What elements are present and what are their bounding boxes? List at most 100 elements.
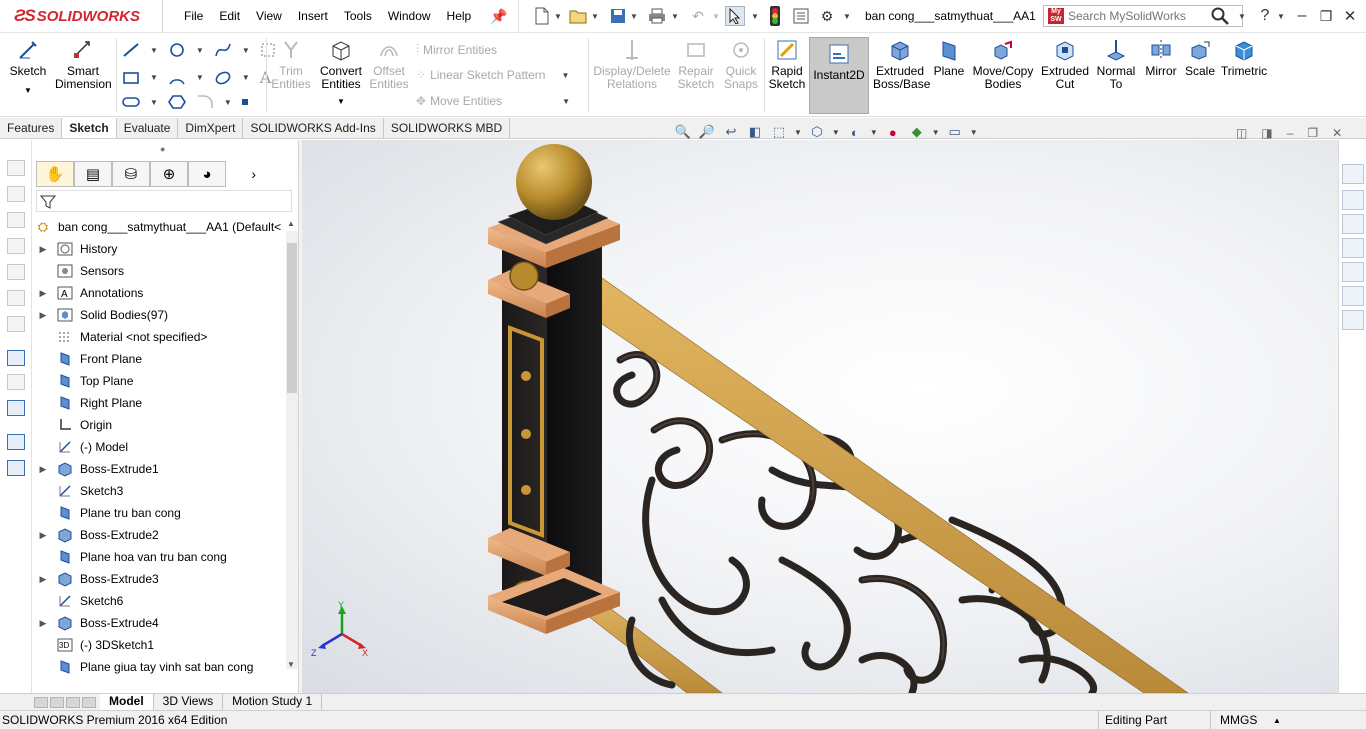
tab-motion-study[interactable]: Motion Study 1 — [223, 694, 323, 710]
tab-mbd[interactable]: SOLIDWORKS MBD — [384, 118, 511, 138]
chevron-down-icon[interactable]: ▼ — [1271, 6, 1291, 26]
chevron-down-icon[interactable]: ▼ — [561, 71, 569, 80]
chevron-down-icon[interactable]: ▼ — [548, 6, 568, 26]
print-icon[interactable] — [647, 6, 667, 26]
tree-item[interactable]: Sketch3 — [32, 480, 123, 502]
trim-entities-button[interactable]: Trim Entities — [270, 38, 312, 91]
rapid-sketch-button[interactable]: Rapid Sketch — [766, 38, 808, 91]
restore-icon[interactable]: ❐ — [1307, 126, 1318, 140]
chevron-down-icon[interactable]: ▼ — [242, 46, 250, 55]
scene-icon[interactable]: ◆ — [908, 123, 926, 141]
menu-window[interactable]: Window — [380, 8, 439, 24]
dynamic-annotation-icon[interactable]: ⬚ — [770, 123, 788, 141]
file-explorer-icon[interactable] — [1342, 214, 1364, 234]
next-tab-icon[interactable] — [66, 696, 80, 708]
tree-item[interactable]: ▶ History — [32, 238, 118, 260]
circle-icon[interactable] — [168, 42, 186, 58]
tree-item[interactable]: ▶ Boss-Extrude4 — [32, 612, 159, 634]
feature-tree-tab-icon[interactable]: ✋ — [36, 161, 74, 187]
extruded-boss-button[interactable]: Extruded Boss/Base — [872, 38, 930, 91]
tree-item[interactable]: Plane tru ban cong — [32, 502, 181, 524]
chevron-right-icon[interactable]: › — [226, 161, 256, 187]
first-tab-icon[interactable] — [34, 696, 48, 708]
chevron-down-icon[interactable]: ▼ — [832, 128, 840, 137]
tree-item[interactable]: Plane giua tay vinh sat ban cong — [32, 656, 253, 678]
toolbar-icon[interactable] — [7, 186, 25, 202]
chevron-down-icon[interactable]: ▼ — [337, 95, 345, 108]
rectangle-icon[interactable] — [122, 70, 140, 86]
tree-item[interactable]: ▶ A Annotations — [32, 282, 144, 304]
tab-sketch[interactable]: Sketch — [62, 118, 117, 138]
tile-left-icon[interactable]: ◫ — [1236, 126, 1247, 140]
move-copy-bodies-button[interactable]: Move/Copy Bodies — [970, 38, 1036, 91]
scroll-down-icon[interactable]: ▼ — [287, 660, 295, 669]
tile-right-icon[interactable]: ◨ — [1261, 126, 1272, 140]
chevron-up-icon[interactable]: ▲ — [1273, 716, 1281, 725]
trimetric-button[interactable]: Trimetric — [1220, 38, 1268, 78]
scale-button[interactable]: Scale — [1184, 38, 1216, 78]
chevron-down-icon[interactable]: ▼ — [837, 6, 857, 26]
minimize-icon[interactable]: – — [1292, 6, 1312, 26]
prev-tab-icon[interactable] — [50, 696, 64, 708]
pin-icon[interactable]: 📌 — [489, 6, 509, 26]
tree-item[interactable]: Front Plane — [32, 348, 142, 370]
toolbar-icon[interactable] — [7, 350, 25, 366]
last-tab-icon[interactable] — [82, 696, 96, 708]
view-settings-icon[interactable]: ▭ — [946, 123, 964, 141]
smart-dimension-button[interactable]: Smart Dimension — [54, 38, 112, 91]
tree-item[interactable]: ▶ Boss-Extrude3 — [32, 568, 159, 590]
tree-filter[interactable] — [36, 190, 292, 212]
design-library-icon[interactable] — [1342, 190, 1364, 210]
tab-model[interactable]: Model — [100, 694, 154, 710]
display-manager-tab-icon[interactable]: ◕ — [188, 161, 226, 187]
chevron-down-icon[interactable]: ▼ — [150, 46, 158, 55]
select-cursor-icon[interactable] — [725, 6, 745, 26]
chevron-down-icon[interactable]: ▼ — [24, 84, 32, 97]
home-icon[interactable] — [1342, 164, 1364, 184]
toolbar-icon[interactable] — [7, 264, 25, 280]
chevron-down-icon[interactable]: ▼ — [150, 98, 158, 107]
property-manager-tab-icon[interactable]: ▤ — [74, 161, 112, 187]
chevron-down-icon[interactable]: ▼ — [224, 98, 232, 107]
quick-snaps-button[interactable]: Quick Snaps — [720, 38, 762, 91]
tree-item[interactable]: (-) Model — [32, 436, 128, 458]
mirror-entities-button[interactable]: ⫶ Mirror Entities — [416, 42, 497, 57]
normal-to-button[interactable]: Normal To — [1094, 38, 1138, 91]
rebuild-icon[interactable] — [765, 6, 785, 26]
chevron-down-icon[interactable]: ▼ — [706, 6, 726, 26]
toolbar-icon[interactable] — [7, 238, 25, 254]
toolbar-icon[interactable] — [7, 290, 25, 306]
view-orientation-icon[interactable]: ⬡ — [808, 123, 826, 141]
expand-arrow-icon[interactable]: ▶ — [38, 244, 48, 255]
expand-arrow-icon[interactable]: ▶ — [38, 618, 48, 629]
graphics-area[interactable]: Y X Z — [302, 140, 1338, 693]
scroll-up-icon[interactable]: ▲ — [287, 219, 295, 228]
instant2d-button[interactable]: Instant2D — [809, 37, 869, 114]
custom-properties-icon[interactable] — [1342, 286, 1364, 306]
chevron-down-icon[interactable]: ▼ — [745, 6, 765, 26]
tree-item[interactable]: Material <not specified> — [32, 326, 207, 348]
line-icon[interactable] — [122, 42, 140, 58]
toolbar-icon[interactable] — [7, 374, 25, 390]
dimxpert-manager-tab-icon[interactable]: ⊕ — [150, 161, 188, 187]
tree-item[interactable]: ▶ Solid Bodies(97) — [32, 304, 169, 326]
menu-edit[interactable]: Edit — [211, 8, 248, 24]
tree-item[interactable]: Right Plane — [32, 392, 142, 414]
expand-arrow-icon[interactable]: ▶ — [38, 310, 48, 321]
file-properties-icon[interactable] — [791, 6, 811, 26]
menu-view[interactable]: View — [248, 8, 290, 24]
spline-icon[interactable] — [214, 42, 232, 58]
menu-insert[interactable]: Insert — [290, 8, 336, 24]
expand-arrow-icon[interactable]: ▶ — [38, 288, 48, 299]
solidworks-logo[interactable]: ƧS SOLIDWORKS — [14, 4, 140, 28]
minimize-icon[interactable]: – — [1287, 126, 1294, 140]
undo-icon[interactable]: ↶ — [688, 6, 708, 26]
configuration-manager-tab-icon[interactable]: ⛁ — [112, 161, 150, 187]
toolbar-icon[interactable] — [7, 460, 25, 476]
sketch-button[interactable]: Sketch ▼ — [8, 38, 48, 97]
plane-button[interactable]: Plane — [932, 38, 966, 78]
ellipse-icon[interactable] — [214, 70, 232, 86]
previous-view-icon[interactable]: ↩ — [722, 123, 740, 141]
chevron-down-icon[interactable]: ▼ — [1232, 6, 1252, 26]
chevron-down-icon[interactable]: ▼ — [970, 128, 978, 137]
